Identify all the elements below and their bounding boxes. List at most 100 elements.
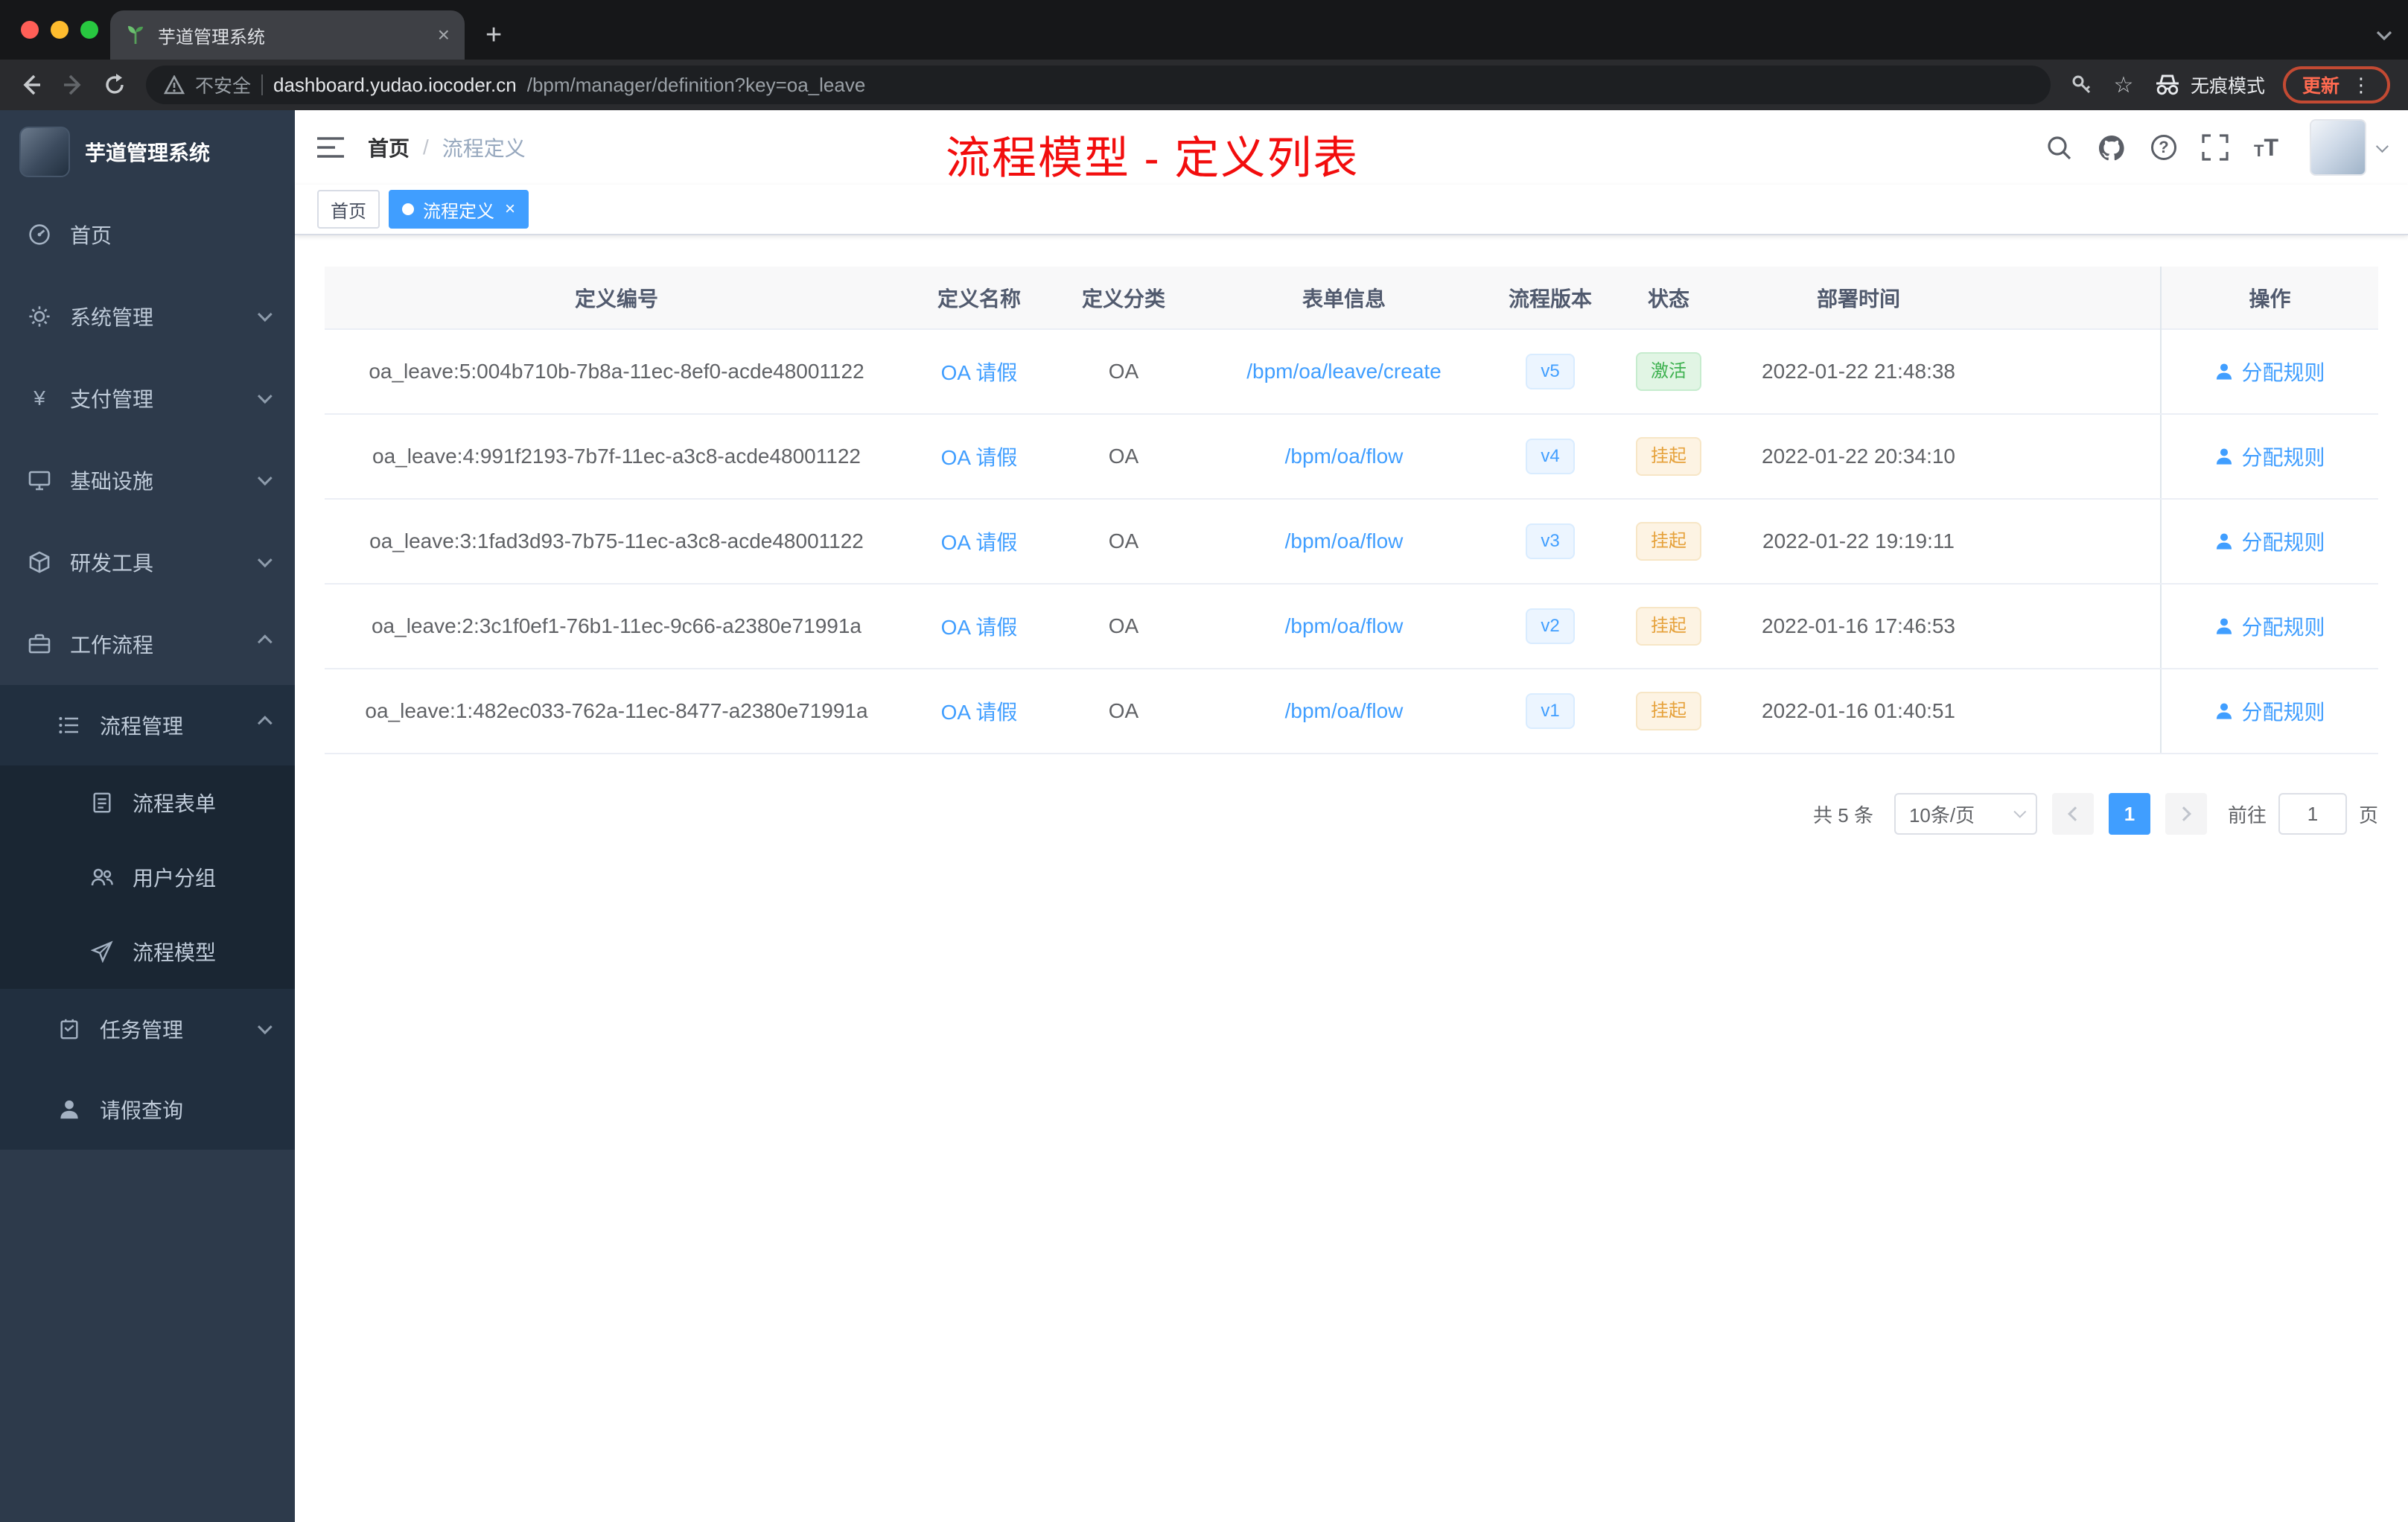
assign-rule-link[interactable]: 分配规则 xyxy=(2214,696,2325,726)
user-icon xyxy=(2217,703,2232,719)
definition-name-link[interactable]: OA 请假 xyxy=(941,446,1018,469)
sidebar-item-process-management[interactable]: 流程管理 xyxy=(0,685,295,765)
browser-toolbar: 不安全 dashboard.yudao.iocoder.cn/bpm/manag… xyxy=(0,60,2408,110)
security-label[interactable]: 不安全 xyxy=(195,71,251,98)
url-bar[interactable]: 不安全 dashboard.yudao.iocoder.cn/bpm/manag… xyxy=(146,66,2051,104)
sidebar-item-process-forms[interactable]: 流程表单 xyxy=(0,765,295,840)
sidebar-item-label: 流程表单 xyxy=(133,792,217,815)
page-size-select[interactable]: 10条/页 xyxy=(1893,793,2037,835)
sidebar-item-devtools[interactable]: 研发工具 xyxy=(0,521,295,603)
deploy-time: 2022-01-22 21:48:38 xyxy=(1727,328,1990,415)
definition-category: OA xyxy=(1050,584,1197,669)
window-controls xyxy=(21,0,98,60)
question-icon[interactable]: ? xyxy=(2151,135,2176,160)
tag-home[interactable]: 首页 xyxy=(317,190,380,229)
sidebar-item-label: 流程模型 xyxy=(133,941,217,964)
forward-icon[interactable] xyxy=(54,66,92,104)
sidebar-item-system[interactable]: 系统管理 xyxy=(0,276,295,357)
assign-rule-link[interactable]: 分配规则 xyxy=(2214,357,2325,386)
form-info-link[interactable]: /bpm/oa/flow xyxy=(1285,529,1404,553)
page-size-value: 10条/页 xyxy=(1908,803,1975,827)
spacer-cell xyxy=(1990,669,2161,754)
user-icon xyxy=(2217,618,2232,634)
url-path: /bpm/manager/definition?key=oa_leave xyxy=(526,73,866,96)
maximize-icon[interactable] xyxy=(80,21,98,39)
tab-strip: 芋道管理系统 × + xyxy=(0,0,2408,60)
browser-tab[interactable]: 芋道管理系统 × xyxy=(110,10,465,60)
col-definition-id: 定义编号 xyxy=(325,267,908,329)
definition-name-link[interactable]: OA 请假 xyxy=(941,531,1018,554)
breadcrumb-home[interactable]: 首页 xyxy=(368,133,410,162)
pagination: 共 5 条 10条/页 1 前往 页 xyxy=(325,793,2378,835)
definition-name-link[interactable]: OA 请假 xyxy=(941,616,1018,639)
tag-label: 首页 xyxy=(331,201,366,222)
spacer-cell xyxy=(1990,584,2161,669)
sidebar-item-infrastructure[interactable]: 基础设施 xyxy=(0,439,295,521)
assign-rule-link[interactable]: 分配规则 xyxy=(2214,442,2325,471)
col-process-version: 流程版本 xyxy=(1491,267,1610,329)
deploy-time: 2022-01-16 17:46:53 xyxy=(1727,584,1990,669)
sidebar-item-label: 流程管理 xyxy=(100,715,184,738)
sidebar-item-home[interactable]: 首页 xyxy=(0,194,295,276)
browser-window: 芋道管理系统 × + 不安全 dashboard.yudao.iocoder.c… xyxy=(0,0,2408,1522)
sidebar-item-leave-query[interactable]: 请假查询 xyxy=(0,1069,295,1150)
hamburger-icon[interactable] xyxy=(317,136,344,159)
close-icon[interactable] xyxy=(21,21,39,39)
kebab-menu-icon[interactable]: ⋮ xyxy=(2351,75,2371,95)
sidebar-item-process-models[interactable]: 流程模型 xyxy=(0,914,295,989)
briefcase-icon xyxy=(27,632,52,656)
deploy-time: 2022-01-22 20:34:10 xyxy=(1727,414,1990,500)
leaf-favicon-icon xyxy=(125,25,146,45)
form-info-link[interactable]: /bpm/oa/flow xyxy=(1285,614,1404,637)
github-icon[interactable] xyxy=(2098,134,2126,161)
user-icon xyxy=(2217,448,2232,465)
tab-close-icon[interactable]: × xyxy=(438,25,450,45)
search-icon[interactable] xyxy=(2045,134,2072,161)
reload-icon[interactable] xyxy=(95,66,134,104)
tab-title: 芋道管理系统 xyxy=(158,27,265,48)
spacer-cell xyxy=(1990,328,2161,415)
status-badge: 挂起 xyxy=(1636,437,1701,476)
tag-close-icon[interactable]: × xyxy=(505,200,515,218)
form-info-link[interactable]: /bpm/oa/leave/create xyxy=(1246,360,1442,383)
user-icon xyxy=(2217,533,2232,550)
minimize-icon[interactable] xyxy=(51,21,69,39)
version-badge: v2 xyxy=(1526,608,1575,644)
new-tab-button[interactable]: + xyxy=(485,21,502,49)
sidebar-item-task-management[interactable]: 任务管理 xyxy=(0,989,295,1069)
assign-rule-link[interactable]: 分配规则 xyxy=(2214,526,2325,556)
fullscreen-icon[interactable] xyxy=(2202,134,2229,161)
font-size-icon[interactable]: TT xyxy=(2254,136,2278,159)
pagination-total: 共 5 条 xyxy=(1813,803,1873,827)
form-info-link[interactable]: /bpm/oa/flow xyxy=(1285,699,1404,722)
key-icon[interactable] xyxy=(2063,66,2101,104)
tab-search-caret-icon[interactable] xyxy=(2375,30,2393,42)
list-icon xyxy=(57,713,82,737)
sidebar-item-user-groups[interactable]: 用户分组 xyxy=(0,840,295,914)
gear-icon xyxy=(27,305,52,328)
definition-name-link[interactable]: OA 请假 xyxy=(941,701,1018,724)
version-badge: v3 xyxy=(1526,523,1575,559)
assign-rule-link[interactable]: 分配规则 xyxy=(2214,611,2325,641)
deploy-time: 2022-01-16 01:40:51 xyxy=(1727,669,1990,754)
prev-page-button[interactable] xyxy=(2051,793,2094,835)
update-button[interactable]: 更新 ⋮ xyxy=(2282,66,2390,104)
page-number-1[interactable]: 1 xyxy=(2108,793,2150,835)
user-menu[interactable] xyxy=(2310,119,2389,176)
star-icon[interactable]: ☆ xyxy=(2104,66,2143,104)
definition-name-link[interactable]: OA 请假 xyxy=(941,361,1018,384)
breadcrumb-current: 流程定义 xyxy=(442,137,526,160)
goto-page-input[interactable] xyxy=(2278,793,2347,835)
sidebar-item-workflow[interactable]: 工作流程 xyxy=(0,603,295,685)
users-icon xyxy=(89,866,115,888)
form-info-link[interactable]: /bpm/oa/flow xyxy=(1285,445,1404,468)
table-row: oa_leave:2:3c1f0ef1-76b1-11ec-9c66-a2380… xyxy=(325,584,2378,669)
sidebar-item-payment[interactable]: ¥ 支付管理 xyxy=(0,357,295,439)
next-page-button[interactable] xyxy=(2165,793,2207,835)
chevron-down-icon xyxy=(257,307,273,322)
tag-process-definition[interactable]: 流程定义 × xyxy=(389,190,529,229)
back-icon[interactable] xyxy=(12,66,51,104)
avatar[interactable] xyxy=(2310,119,2366,176)
page-jumper: 前往 页 xyxy=(2228,793,2378,835)
chevron-left-icon xyxy=(2068,806,2083,821)
